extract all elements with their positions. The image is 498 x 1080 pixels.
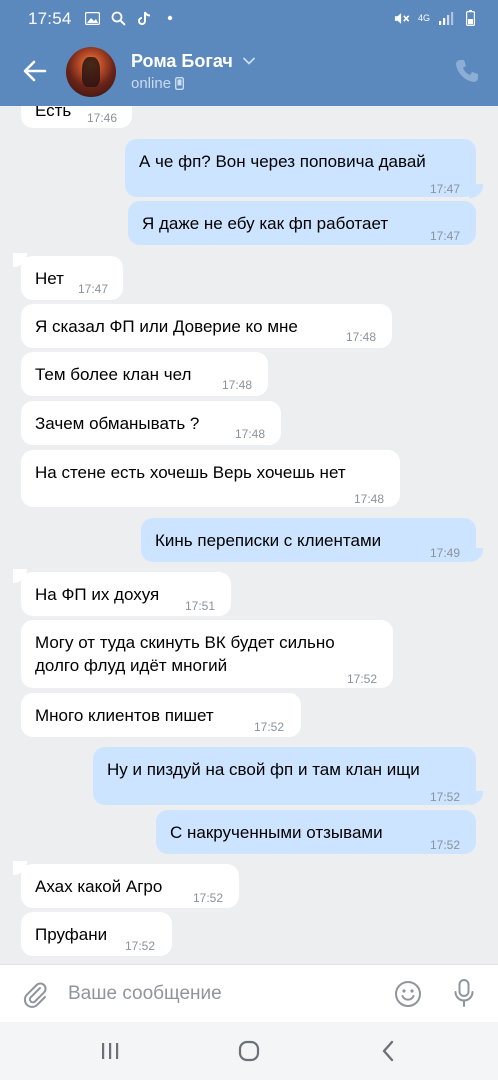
message-text: А че фп? Вон через поповича давай (139, 152, 426, 171)
signal-icon (438, 10, 454, 26)
home-icon (238, 1040, 260, 1062)
microphone-icon[interactable] (449, 977, 479, 1009)
message-text: Много клиентов пишет (35, 706, 214, 725)
message-incoming[interactable]: Пруфани 17:52 (21, 912, 172, 956)
header: 17:54 4G Рома Богач online (0, 0, 498, 106)
message-outgoing[interactable]: Ну и пиздуй на свой фп и там клан ищи 17… (93, 747, 476, 805)
message-time: 17:48 (222, 378, 253, 392)
recent-apps-icon (102, 1043, 119, 1059)
message-incoming[interactable]: Я сказал ФП или Доверие ко мне 17:48 (21, 304, 392, 348)
message-text: Нет (35, 269, 64, 288)
message-incoming[interactable]: Зачем обманывать ? 17:48 (21, 401, 281, 445)
message-input[interactable] (68, 981, 368, 1007)
chevron-down-icon[interactable] (242, 54, 256, 68)
message-time: 17:47 (78, 282, 109, 296)
arrow-left-icon (23, 60, 47, 82)
message-incoming[interactable]: Есть 17:46 (21, 106, 132, 128)
message-text: Тем более клан чел (35, 365, 192, 384)
message-time: 17:48 (346, 330, 377, 344)
system-nav-bar (0, 1022, 498, 1080)
message-text: На стене есть хочешь Верь хочешь нет (35, 463, 346, 482)
message-time: 17:52 (193, 891, 224, 905)
message-time: 17:49 (430, 546, 461, 560)
app-bar: Рома Богач online (0, 36, 498, 106)
more-notifications-dot-icon (162, 10, 178, 26)
message-text: Кинь переписки с клиентами (155, 531, 382, 550)
message-time: 17:52 (125, 939, 156, 953)
home-button[interactable] (236, 1038, 262, 1064)
message-incoming[interactable]: Тем более клан чел 17:48 (21, 352, 268, 396)
tiktok-notification-icon (136, 10, 152, 26)
message-incoming[interactable]: Могу от туда скинуть ВК будет сильно дол… (21, 620, 393, 688)
message-text: Ахах какой Агро (35, 877, 163, 896)
message-time: 17:47 (430, 182, 461, 196)
message-incoming[interactable]: Много клиентов пишет 17:52 (21, 693, 301, 737)
message-incoming[interactable]: Нет 17:47 (21, 256, 123, 300)
contact-name[interactable]: Рома Богач (131, 51, 233, 72)
network-type: 4G (417, 12, 430, 23)
message-time: 17:52 (347, 672, 378, 686)
message-outgoing[interactable]: Я даже не ебу как фп работает 17:47 (128, 201, 476, 245)
message-time: 17:52 (430, 838, 461, 852)
message-time: 17:48 (354, 492, 385, 506)
message-time: 17:52 (430, 790, 461, 804)
paperclip-icon[interactable] (20, 979, 50, 1009)
message-text: Ну и пиздуй на свой фп и там клан ищи (107, 760, 420, 779)
message-time: 17:51 (185, 599, 216, 613)
message-text: Есть (35, 106, 72, 120)
message-text: С накрученными отзывами (170, 823, 383, 842)
mobile-device-icon (175, 77, 185, 90)
message-time: 17:47 (430, 229, 461, 243)
message-outgoing[interactable]: Кинь переписки с клиентами 17:49 (141, 518, 476, 562)
message-incoming[interactable]: На стене есть хочешь Верь хочешь нет 17:… (21, 450, 400, 507)
recent-apps-button[interactable] (97, 1038, 123, 1064)
message-text: Я сказал ФП или Доверие ко мне (35, 317, 298, 336)
message-time: 17:46 (87, 111, 118, 125)
message-text: На ФП их дохуя (35, 585, 160, 604)
message-incoming[interactable]: На ФП их дохуя 17:51 (21, 572, 231, 616)
status-bar: 17:54 4G (0, 0, 498, 36)
message-composer (0, 964, 498, 1022)
contact-status: online (131, 75, 185, 92)
message-text: Могу от туда скинуть ВК будет сильно дол… (35, 633, 335, 675)
message-incoming[interactable]: Ахах какой Агро 17:52 (21, 864, 239, 908)
search-notification-icon (110, 10, 126, 26)
message-time: 17:52 (254, 720, 285, 734)
message-text: Зачем обманывать ? (35, 414, 200, 433)
gallery-notification-icon (84, 10, 100, 26)
phone-call-icon[interactable] (454, 58, 480, 84)
chevron-left-icon (382, 1040, 394, 1062)
back-button[interactable] (20, 56, 50, 86)
back-nav-button[interactable] (375, 1038, 401, 1064)
message-list[interactable]: Есть 17:46 А че фп? Вон через поповича д… (0, 106, 498, 964)
mute-icon (394, 10, 410, 26)
status-time: 17:54 (28, 9, 72, 28)
contact-status-text: online (131, 75, 172, 92)
message-text: Пруфани (35, 925, 108, 944)
battery-icon (462, 10, 478, 26)
contact-avatar[interactable] (66, 47, 116, 97)
message-outgoing[interactable]: А че фп? Вон через поповича давай 17:47 (125, 139, 476, 197)
message-time: 17:48 (235, 427, 266, 441)
message-text: Я даже не ебу как фп работает (142, 214, 389, 233)
message-outgoing[interactable]: С накрученными отзывами 17:52 (156, 810, 476, 854)
emoji-icon[interactable] (393, 979, 423, 1009)
chat-screen: 17:54 4G Рома Богач online Есть 17:46 А … (0, 0, 498, 1080)
